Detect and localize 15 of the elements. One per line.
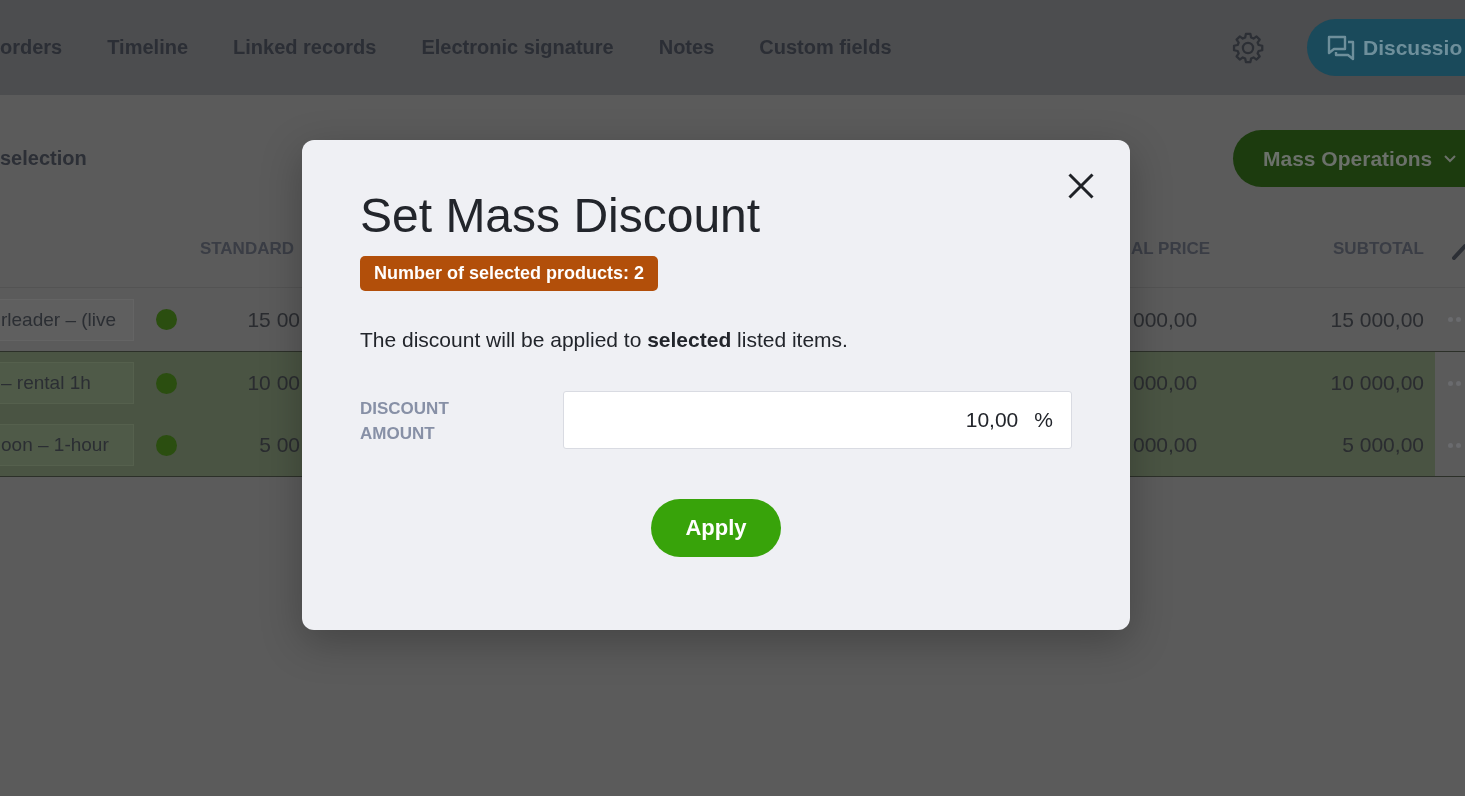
chat-icon [1327, 34, 1355, 61]
dialog-title: Set Mass Discount [360, 188, 762, 244]
dialog-message: The discount will be applied to selected listed items. [360, 327, 849, 353]
apply-button[interactable]: Apply [651, 499, 781, 557]
mass-operations-button[interactable]: Mass Operations [1233, 130, 1465, 187]
discount-amount-field[interactable]: 10,00 % [562, 391, 1072, 449]
status-dot-icon [155, 309, 177, 330]
selected-count-badge: Number of selected products: 2 [360, 256, 659, 291]
status-dot-icon [155, 434, 177, 456]
discussion-button[interactable]: Discussio [1307, 19, 1465, 76]
close-icon [1068, 173, 1094, 199]
caret-icon [1444, 154, 1457, 163]
field-label: DISCOUNT AMOUNT [360, 398, 450, 445]
status-dot-icon [155, 372, 177, 394]
close-button[interactable] [1068, 173, 1094, 199]
